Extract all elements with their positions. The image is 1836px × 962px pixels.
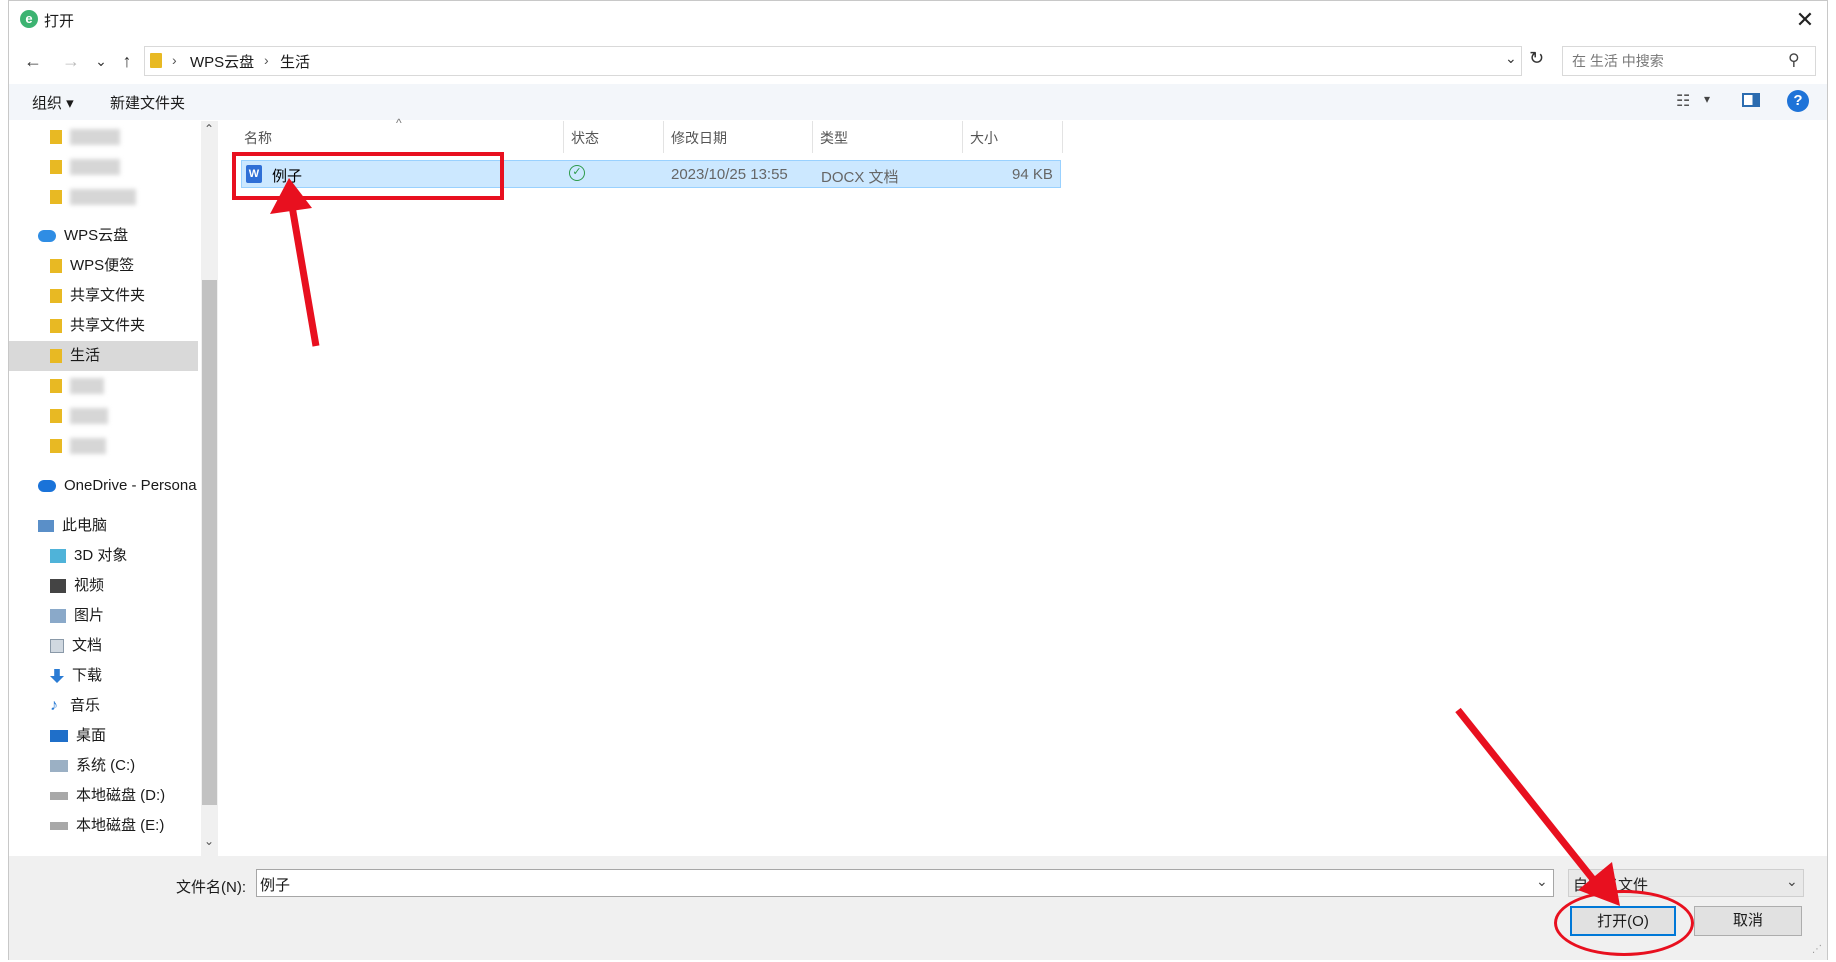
annotation-arrows xyxy=(270,178,1620,906)
annotation-arrow-up-shaft xyxy=(288,205,320,347)
annotation-arrow-down-shaft xyxy=(1455,707,1603,891)
resize-grip-icon[interactable]: ⋰ xyxy=(1812,944,1822,955)
annotation-arrow-up-head xyxy=(270,178,312,214)
